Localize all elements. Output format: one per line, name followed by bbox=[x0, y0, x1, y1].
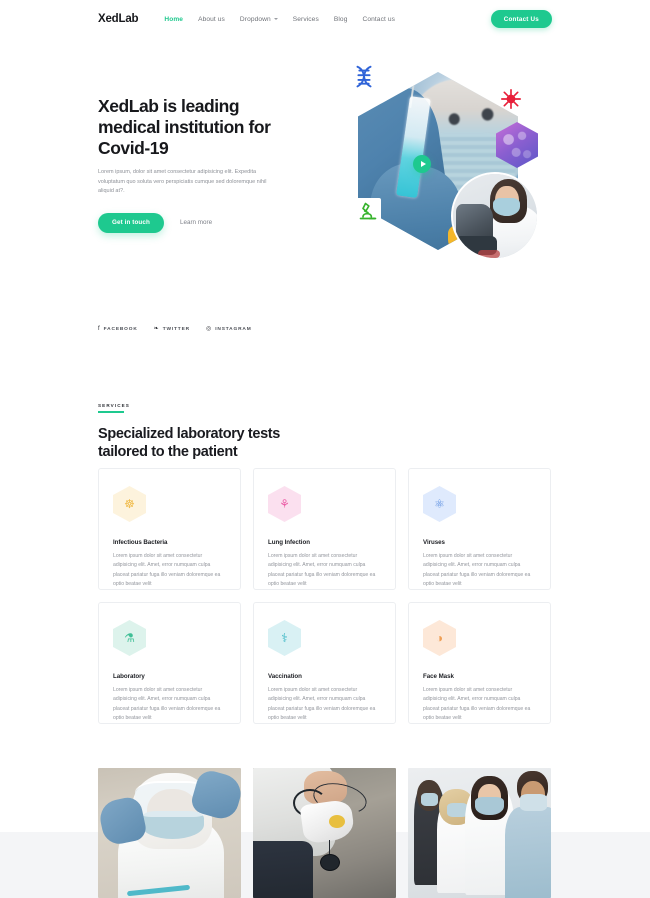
dna-icon bbox=[356, 65, 372, 88]
services-header: Services Specialized laboratory tests ta… bbox=[98, 394, 552, 461]
bacteria-icon-glyph: ☸ bbox=[124, 497, 135, 511]
doctor-microscope-photo bbox=[451, 172, 539, 260]
n95-photo-valve bbox=[328, 814, 345, 828]
group-photo-person-right-mask bbox=[519, 794, 547, 811]
virus-icon bbox=[501, 89, 521, 109]
service-card-text: Lorem ipsum dolor sit amet consectetur a… bbox=[268, 553, 376, 587]
nav-item-home-label: Home bbox=[164, 15, 184, 23]
social-link-instagram[interactable]: ◎ Instagram bbox=[206, 326, 252, 332]
group-photo-person-back-mask bbox=[420, 792, 439, 806]
twitter-icon: ❧ bbox=[153, 326, 159, 332]
test-tubes-icon-glyph: ⚗ bbox=[124, 631, 135, 645]
get-in-touch-button[interactable]: Get in touch bbox=[98, 212, 164, 233]
virus-icon: ⚛ bbox=[423, 486, 456, 522]
doctor-photo-red-accent bbox=[478, 249, 501, 258]
hero-section: XedLab is leading medical institution fo… bbox=[0, 60, 650, 270]
play-triangle bbox=[420, 161, 426, 167]
microscope-icon bbox=[355, 198, 381, 224]
syringe-icon-glyph: ⚕ bbox=[281, 631, 288, 645]
nav-item-contact-us-label: Contact us bbox=[362, 15, 395, 23]
navbar: XedLab Home About us Dropdown Services B… bbox=[0, 0, 650, 38]
service-card-title: Vaccination bbox=[268, 673, 302, 680]
services-eyebrow-wrap: Services bbox=[98, 403, 130, 413]
syringe-icon: ⚕ bbox=[268, 620, 301, 656]
nav-links: Home About us Dropdown Services Blog Con… bbox=[164, 16, 395, 23]
nav-item-blog-label: Blog bbox=[333, 15, 348, 23]
hero-title: XedLab is leading medical institution fo… bbox=[98, 96, 271, 158]
site-logo[interactable]: XedLab bbox=[98, 13, 139, 25]
learn-more-link[interactable]: Learn more bbox=[180, 219, 212, 226]
service-card-text: Lorem ipsum dolor sit amet consectetur a… bbox=[423, 553, 531, 587]
hero-actions: Get in touch Learn more bbox=[98, 212, 298, 233]
social-link-twitter-label: Twitter bbox=[162, 326, 190, 332]
n95-photo-pants bbox=[253, 840, 314, 898]
nav-item-about-us-label: About us bbox=[198, 15, 225, 23]
service-card-text: Lorem ipsum dolor sit amet consectetur a… bbox=[423, 687, 531, 721]
hero-copy: XedLab is leading medical institution fo… bbox=[98, 96, 298, 233]
services-title: Specialized laboratory tests tailored to… bbox=[98, 425, 280, 460]
lungs-icon-glyph: ⚘ bbox=[279, 497, 290, 511]
service-card-viruses[interactable]: ⚛ Viruses Lorem ipsum dolor sit amet con… bbox=[408, 468, 551, 590]
medical-worker-ppe-photo[interactable] bbox=[98, 768, 241, 898]
social-link-twitter[interactable]: ❧ Twitter bbox=[154, 326, 190, 332]
services-eyebrow: Services bbox=[98, 403, 130, 408]
service-card-title: Lung Infection bbox=[268, 539, 310, 546]
group-photo-person-right bbox=[505, 807, 551, 898]
nav-item-about-us[interactable]: About us bbox=[198, 16, 225, 23]
nav-item-contact-us[interactable]: Contact us bbox=[362, 16, 395, 23]
hero-paragraph: Lorem ipsum, dolor sit amet consectetur … bbox=[98, 169, 267, 195]
service-card-lung-infection[interactable]: ⚘ Lung Infection Lorem ipsum dolor sit a… bbox=[253, 468, 396, 590]
nav-item-services[interactable]: Services bbox=[293, 16, 319, 23]
lungs-icon: ⚘ bbox=[268, 486, 301, 522]
nav-item-dropdown[interactable]: Dropdown bbox=[240, 16, 278, 23]
n95-mask-in-hand-photo[interactable] bbox=[253, 768, 396, 898]
social-link-instagram-label: Instagram bbox=[215, 326, 252, 332]
service-card-title: Laboratory bbox=[113, 673, 145, 680]
facebook-icon: f bbox=[98, 326, 100, 332]
service-card-title: Face Mask bbox=[423, 673, 454, 680]
contact-us-button[interactable]: Contact Us bbox=[490, 10, 552, 28]
service-card-title: Viruses bbox=[423, 539, 445, 546]
chevron-down-icon bbox=[273, 18, 278, 20]
social-link-facebook[interactable]: f Facebook bbox=[98, 326, 138, 332]
virus-icon-glyph: ⚛ bbox=[434, 497, 445, 511]
instagram-icon: ◎ bbox=[205, 326, 212, 332]
landing-page: XedLab Home About us Dropdown Services B… bbox=[0, 0, 650, 898]
group-photo-person-center-mask bbox=[475, 796, 504, 815]
nav-item-blog[interactable]: Blog bbox=[334, 16, 348, 23]
photo-gallery bbox=[98, 768, 552, 898]
service-card-title: Infectious Bacteria bbox=[113, 539, 168, 546]
hero-artwork bbox=[333, 60, 558, 270]
social-links: f Facebook ❧ Twitter ◎ Instagram bbox=[98, 326, 252, 332]
service-card-text: Lorem ipsum dolor sit amet consectetur a… bbox=[268, 687, 376, 721]
service-card-infectious-bacteria[interactable]: ☸ Infectious Bacteria Lorem ipsum dolor … bbox=[98, 468, 241, 590]
service-card-laboratory[interactable]: ⚗ Laboratory Lorem ipsum dolor sit amet … bbox=[98, 602, 241, 724]
services-card-grid: ☸ Infectious Bacteria Lorem ipsum dolor … bbox=[98, 468, 552, 724]
test-tubes-icon: ⚗ bbox=[113, 620, 146, 656]
nav-item-dropdown-label: Dropdown bbox=[239, 15, 271, 23]
doctor-photo-mask bbox=[493, 197, 521, 216]
bacteria-icon: ☸ bbox=[113, 486, 146, 522]
services-eyebrow-underline bbox=[98, 411, 124, 413]
n95-photo-chestpiece bbox=[320, 853, 341, 871]
face-mask-icon: ◑ bbox=[423, 620, 456, 656]
service-card-text: Lorem ipsum dolor sit amet consectetur a… bbox=[113, 553, 221, 587]
play-icon[interactable] bbox=[413, 155, 431, 173]
group-wearing-masks-photo[interactable] bbox=[408, 768, 551, 898]
nav-item-home[interactable]: Home bbox=[164, 16, 183, 23]
social-link-facebook-label: Facebook bbox=[103, 326, 138, 332]
face-mask-icon-glyph: ◑ bbox=[435, 631, 444, 645]
service-card-vaccination[interactable]: ⚕ Vaccination Lorem ipsum dolor sit amet… bbox=[253, 602, 396, 724]
service-card-face-mask[interactable]: ◑ Face Mask Lorem ipsum dolor sit amet c… bbox=[408, 602, 551, 724]
service-card-text: Lorem ipsum dolor sit amet consectetur a… bbox=[113, 687, 221, 721]
nav-item-services-label: Services bbox=[292, 15, 319, 23]
n95-photo-respirator bbox=[299, 798, 356, 845]
